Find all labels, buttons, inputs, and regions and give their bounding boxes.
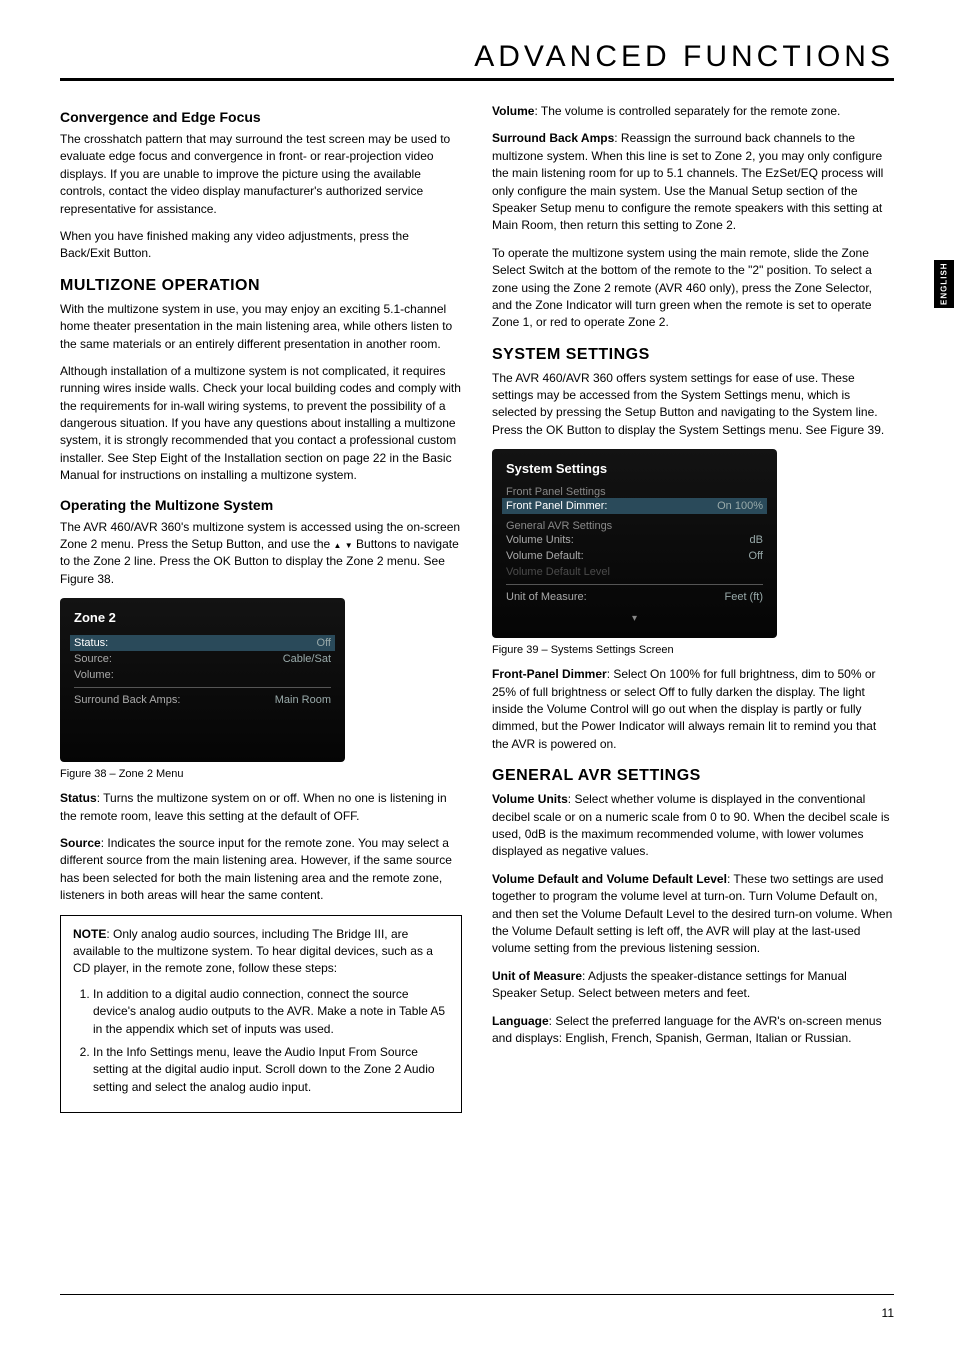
para-unit-measure: Unit of Measure: Adjusts the speaker-dis… bbox=[492, 968, 894, 1003]
left-column: Convergence and Edge Focus The crosshatc… bbox=[60, 103, 462, 1113]
para: When you have finished making any video … bbox=[60, 228, 462, 263]
figure-39-caption: Figure 39 – Systems Settings Screen bbox=[492, 644, 894, 656]
text: : Reassign the surround back channels to… bbox=[492, 131, 883, 232]
row-label: Unit of Measure: bbox=[506, 591, 587, 603]
up-arrow-icon bbox=[334, 537, 342, 551]
text: : Turns the multizone system on or off. … bbox=[60, 791, 447, 822]
menu-row: Source: Cable/Sat bbox=[74, 651, 331, 667]
down-arrow-icon bbox=[345, 537, 353, 551]
row-value: Off bbox=[317, 637, 331, 649]
para-source: Source: Indicates the source input for t… bbox=[60, 835, 462, 905]
lead: Volume bbox=[492, 104, 534, 118]
menu-row: Volume Default: Off bbox=[506, 548, 763, 564]
lead: Volume Units bbox=[492, 792, 568, 806]
text: : Indicates the source input for the rem… bbox=[60, 836, 452, 902]
figure-38-screenshot: Zone 2 Status: Off Source: Cable/Sat Vol… bbox=[60, 598, 345, 762]
row-value: Feet (ft) bbox=[724, 591, 763, 603]
divider bbox=[74, 687, 331, 688]
row-label: Volume Default: bbox=[506, 550, 584, 562]
row-value: Cable/Sat bbox=[283, 653, 331, 665]
note-lead: NOTE bbox=[73, 927, 106, 941]
menu-row-selected: Front Panel Dimmer: On 100% bbox=[502, 498, 767, 514]
footer-rule bbox=[60, 1294, 894, 1295]
row-value: On 100% bbox=[717, 500, 763, 512]
note-intro: NOTE: Only analog audio sources, includi… bbox=[73, 926, 449, 978]
para-language: Language: Select the preferred language … bbox=[492, 1013, 894, 1048]
note-item: In addition to a digital audio connectio… bbox=[93, 986, 449, 1038]
heading-general-avr: GENERAL AVR SETTINGS bbox=[492, 767, 894, 785]
group-label: General AVR Settings bbox=[506, 520, 763, 532]
row-label: Volume: bbox=[74, 669, 114, 681]
menu-row: Volume Default Level bbox=[506, 564, 763, 580]
row-value: dB bbox=[750, 534, 763, 546]
para-volume-default: Volume Default and Volume Default Level:… bbox=[492, 871, 894, 958]
scroll-down-icon: ▾ bbox=[506, 613, 763, 624]
para-surround-back: Surround Back Amps: Reassign the surroun… bbox=[492, 130, 894, 234]
group-label: Front Panel Settings bbox=[506, 486, 763, 498]
divider bbox=[506, 584, 763, 585]
row-label: Volume Units: bbox=[506, 534, 574, 546]
para-status: Status: Turns the multizone system on or… bbox=[60, 790, 462, 825]
figure-38-caption: Figure 38 – Zone 2 Menu bbox=[60, 768, 462, 780]
para: Although installation of a multizone sys… bbox=[60, 363, 462, 485]
language-tab: ENGLISH bbox=[934, 260, 954, 308]
row-label: Front Panel Dimmer: bbox=[506, 500, 607, 512]
header-rule bbox=[60, 78, 894, 81]
heading-operating-multizone: Operating the Multizone System bbox=[60, 497, 462, 513]
lead: Source bbox=[60, 836, 101, 850]
right-column: Volume: The volume is controlled separat… bbox=[492, 103, 894, 1113]
screenshot-title: Zone 2 bbox=[74, 610, 331, 625]
screenshot-title: System Settings bbox=[506, 461, 763, 476]
row-value: Main Room bbox=[275, 694, 331, 706]
row-label: Volume Default Level bbox=[506, 566, 610, 578]
heading-system-settings: SYSTEM SETTINGS bbox=[492, 346, 894, 364]
menu-row: Unit of Measure: Feet (ft) bbox=[506, 589, 763, 605]
para: To operate the multizone system using th… bbox=[492, 245, 894, 332]
heading-convergence: Convergence and Edge Focus bbox=[60, 109, 462, 125]
page-number: 11 bbox=[882, 1306, 894, 1320]
para: With the multizone system in use, you ma… bbox=[60, 301, 462, 353]
para: The crosshatch pattern that may surround… bbox=[60, 131, 462, 218]
lead: Status bbox=[60, 791, 97, 805]
menu-row: Volume Units: dB bbox=[506, 532, 763, 548]
row-label: Surround Back Amps: bbox=[74, 694, 180, 706]
menu-row: Surround Back Amps: Main Room bbox=[74, 692, 331, 708]
figure-39-screenshot: System Settings Front Panel Settings Fro… bbox=[492, 449, 777, 638]
lead: Unit of Measure bbox=[492, 969, 582, 983]
para-dimmer: Front-Panel Dimmer: Select On 100% for f… bbox=[492, 666, 894, 753]
para: The AVR 460/AVR 360 offers system settin… bbox=[492, 370, 894, 440]
menu-row: Volume: bbox=[74, 667, 331, 683]
lead: Surround Back Amps bbox=[492, 131, 614, 145]
page-header-title: ADVANCED FUNCTIONS bbox=[60, 40, 894, 74]
para-volume-units: Volume Units: Select whether volume is d… bbox=[492, 791, 894, 861]
para-volume: Volume: The volume is controlled separat… bbox=[492, 103, 894, 120]
row-value: Off bbox=[749, 550, 763, 562]
menu-row-selected: Status: Off bbox=[70, 635, 335, 651]
row-label: Status: bbox=[74, 637, 108, 649]
note-list: In addition to a digital audio connectio… bbox=[73, 986, 449, 1096]
content-columns: Convergence and Edge Focus The crosshatc… bbox=[60, 103, 894, 1113]
heading-multizone: MULTIZONE OPERATION bbox=[60, 277, 462, 295]
note-item: In the Info Settings menu, leave the Aud… bbox=[93, 1044, 449, 1096]
lead: Language bbox=[492, 1014, 549, 1028]
note-text: : Only analog audio sources, including T… bbox=[73, 927, 433, 976]
note-box: NOTE: Only analog audio sources, includi… bbox=[60, 915, 462, 1114]
para: The AVR 460/AVR 360's multizone system i… bbox=[60, 519, 462, 589]
row-label: Source: bbox=[74, 653, 112, 665]
lead: Front-Panel Dimmer bbox=[492, 667, 607, 681]
lead: Volume Default and Volume Default Level bbox=[492, 872, 727, 886]
text: : Select the preferred language for the … bbox=[492, 1014, 882, 1045]
text: : The volume is controlled separately fo… bbox=[534, 104, 840, 118]
